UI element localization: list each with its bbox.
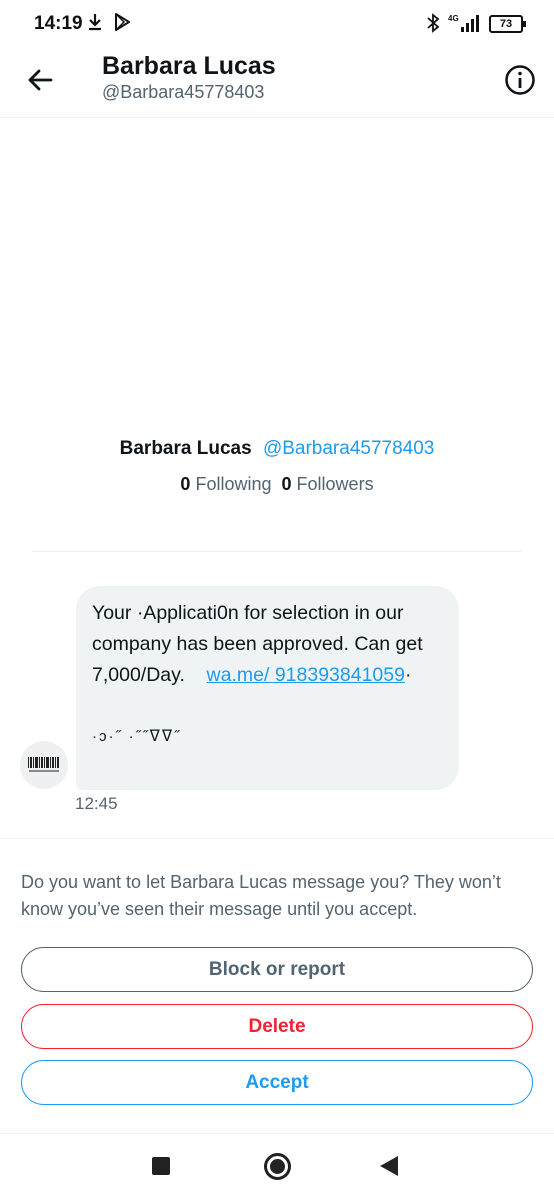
follow-stats: 0 Following 0 Followers <box>0 474 554 495</box>
profile-summary[interactable]: Barbara Lucas @Barbara45778403 <box>0 438 554 460</box>
system-back-icon[interactable] <box>380 1156 398 1176</box>
info-icon <box>505 65 535 95</box>
delete-button[interactable]: Delete <box>21 1004 533 1049</box>
followers-label: Followers <box>296 474 374 494</box>
profile-handle: @Barbara45778403 <box>262 438 435 459</box>
arrow-left-icon <box>28 69 53 91</box>
bluetooth-icon <box>426 12 440 39</box>
following-label: Following <box>195 474 272 494</box>
home-icon[interactable] <box>264 1153 291 1180</box>
message-bubble[interactable]: Your ·Applicati0n for selection in our c… <box>76 586 459 790</box>
profile-name: Barbara Lucas <box>119 438 252 459</box>
header-handle: @Barbara45778403 <box>102 82 265 102</box>
status-time: 14:19 <box>34 13 83 34</box>
play-store-icon <box>113 12 131 37</box>
divider <box>0 838 554 839</box>
barcode-avatar-icon <box>28 757 59 772</box>
header-name: Barbara Lucas <box>102 52 276 80</box>
battery-icon: 73 <box>489 15 526 33</box>
status-bar: 14:19 4G 73 <box>0 0 554 48</box>
message-timestamp: 12:45 <box>75 794 118 813</box>
message-trailing: · <box>404 664 412 686</box>
message-kaomoji: ·ͻ·˝ ·˝˝ᐁᐁ˝ <box>92 728 182 745</box>
recents-icon[interactable] <box>152 1157 170 1175</box>
info-button[interactable] <box>502 62 538 98</box>
block-or-report-button[interactable]: Block or report <box>21 947 533 992</box>
conversation-header: Barbara Lucas @Barbara45778403 <box>0 48 554 118</box>
accept-button[interactable]: Accept <box>21 1060 533 1105</box>
followers-count: 0 <box>281 474 292 494</box>
back-button[interactable] <box>22 62 58 98</box>
divider <box>32 551 522 552</box>
avatar[interactable] <box>20 741 68 789</box>
message-request-prompt: Do you want to let Barbara Lucas message… <box>21 872 501 919</box>
message-link[interactable]: wa.me/ 918393841059 <box>207 664 405 686</box>
signal-icon: 4G <box>448 13 482 38</box>
download-icon <box>86 12 104 37</box>
following-count: 0 <box>180 474 191 494</box>
svg-text:4G: 4G <box>448 14 459 23</box>
system-nav-bar <box>0 1133 554 1200</box>
